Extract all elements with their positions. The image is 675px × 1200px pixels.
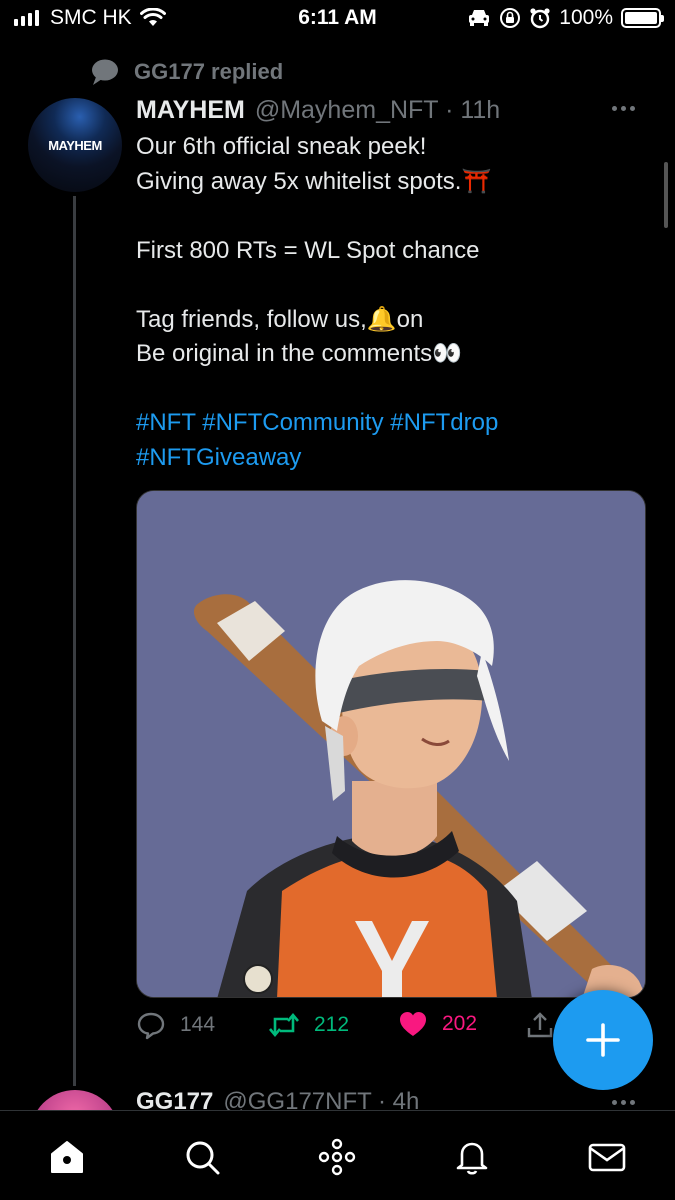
- tab-messages[interactable]: [587, 1137, 627, 1177]
- author-handle-time[interactable]: @Mayhem_NFT · 11h: [255, 96, 500, 125]
- tab-home[interactable]: [47, 1137, 87, 1177]
- compose-tweet-button[interactable]: [553, 990, 653, 1090]
- author-name[interactable]: MAYHEM: [136, 96, 245, 125]
- battery-icon: [621, 8, 664, 28]
- retweet-button[interactable]: 212: [268, 1010, 349, 1040]
- car-icon: [469, 10, 490, 26]
- share-icon: [527, 1012, 553, 1038]
- thread-line: [73, 196, 76, 1086]
- battery-fill: [625, 12, 657, 24]
- alarm-icon: [530, 8, 550, 29]
- tweet-line: Giving away 5x whitelist spots.⛩️: [136, 167, 492, 195]
- retweet-icon: [269, 1012, 299, 1038]
- speech-bubble-icon: [92, 59, 118, 85]
- more-options-icon[interactable]: [612, 106, 635, 111]
- spaces-icon: [318, 1138, 356, 1176]
- hashtags-line[interactable]: #NFT #NFTCommunity #NFTdrop: [136, 406, 636, 441]
- reply-button[interactable]: 144: [136, 1010, 215, 1040]
- battery-percent: 100%: [559, 6, 613, 29]
- reply-context[interactable]: GG177 replied: [90, 58, 283, 86]
- tab-search[interactable]: [182, 1137, 222, 1177]
- notifications-icon: [456, 1142, 488, 1175]
- retweet-count: 212: [314, 1013, 350, 1036]
- messages-icon: [588, 1143, 626, 1172]
- status-bar: SMC HK 6:11 AM 100%: [0, 0, 675, 38]
- reply-context-label: GG177 replied: [134, 59, 284, 84]
- tweet-line: Our 6th official sneak peek!: [136, 133, 427, 160]
- tweet-line: Be original in the comments👀: [136, 340, 463, 367]
- tweet-line: Tag friends, follow us,🔔on: [136, 305, 424, 333]
- tab-spaces[interactable]: [317, 1137, 357, 1177]
- reply-icon: [137, 1012, 165, 1040]
- next-more-options-icon[interactable]: [612, 1100, 635, 1105]
- share-button[interactable]: [526, 1010, 554, 1040]
- heart-icon: [400, 1012, 426, 1036]
- reply-count: 144: [180, 1013, 216, 1036]
- home-icon: [51, 1141, 83, 1173]
- tweet-text: Our 6th official sneak peek! Giving away…: [136, 130, 636, 475]
- plus-icon: [586, 1023, 620, 1057]
- tweet-actions: 144 212 202: [136, 1010, 556, 1050]
- tweet-media-image[interactable]: [136, 490, 646, 998]
- tweet-header: MAYHEM @Mayhem_NFT · 11h: [136, 96, 500, 125]
- orientation-lock-icon: [500, 8, 521, 28]
- scroll-indicator: [664, 162, 668, 228]
- tweet-line: First 800 RTs = WL Spot chance: [136, 236, 480, 264]
- hashtags-line[interactable]: #NFTGiveaway: [136, 441, 636, 476]
- avatar-logo-text: MAYHEM: [48, 137, 102, 153]
- bottom-tab-bar: [0, 1110, 675, 1200]
- like-button[interactable]: 202: [398, 1010, 477, 1038]
- nft-character-image: [137, 491, 645, 997]
- author-avatar[interactable]: MAYHEM: [28, 98, 122, 192]
- tab-notifications[interactable]: [452, 1137, 492, 1177]
- search-icon: [186, 1141, 220, 1175]
- like-count: 202: [442, 1012, 478, 1035]
